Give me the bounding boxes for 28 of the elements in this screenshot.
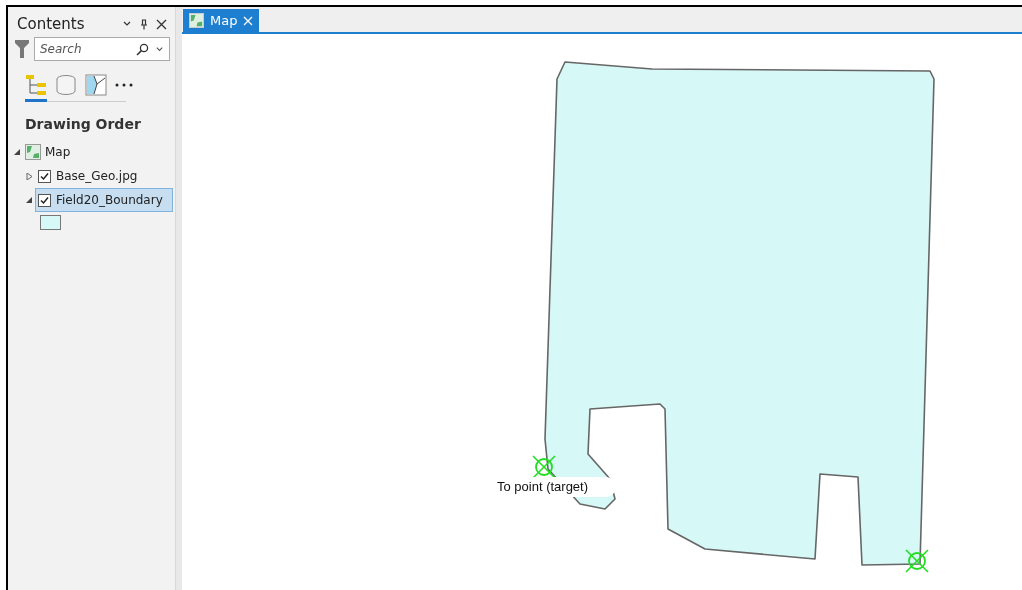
map-selection-icon (85, 74, 107, 96)
pane-title: Contents (17, 15, 85, 33)
map-label: To point (target) (497, 479, 589, 494)
expand-icon[interactable] (26, 172, 33, 180)
collapse-icon[interactable] (26, 196, 33, 204)
search-field[interactable]: Search (34, 37, 170, 61)
layer-item[interactable]: Field20_Boundary (35, 188, 173, 212)
checkbox[interactable] (38, 169, 51, 183)
map-tab[interactable]: Map (183, 9, 260, 32)
section-heading: Drawing Order (25, 116, 142, 132)
checkbox[interactable] (38, 193, 51, 207)
target-marker-icon (905, 549, 929, 573)
chevron-down-icon[interactable] (155, 44, 164, 54)
filter-icon[interactable] (15, 40, 29, 58)
close-icon[interactable] (156, 18, 167, 30)
map-icon (25, 144, 41, 160)
layer-tree-icon (25, 74, 47, 96)
collapse-icon[interactable] (14, 148, 21, 156)
map-icon (189, 13, 204, 28)
symbol-swatch[interactable] (40, 215, 61, 230)
search-input[interactable]: Search (40, 40, 130, 58)
database-icon (55, 74, 77, 96)
tree-item[interactable]: Map (45, 145, 71, 159)
pin-icon[interactable] (140, 18, 148, 30)
more-icon (115, 83, 133, 87)
layer-item[interactable]: Base_Geo.jpg (35, 164, 143, 188)
search-icon[interactable] (136, 42, 149, 56)
target-marker-icon (532, 455, 556, 479)
